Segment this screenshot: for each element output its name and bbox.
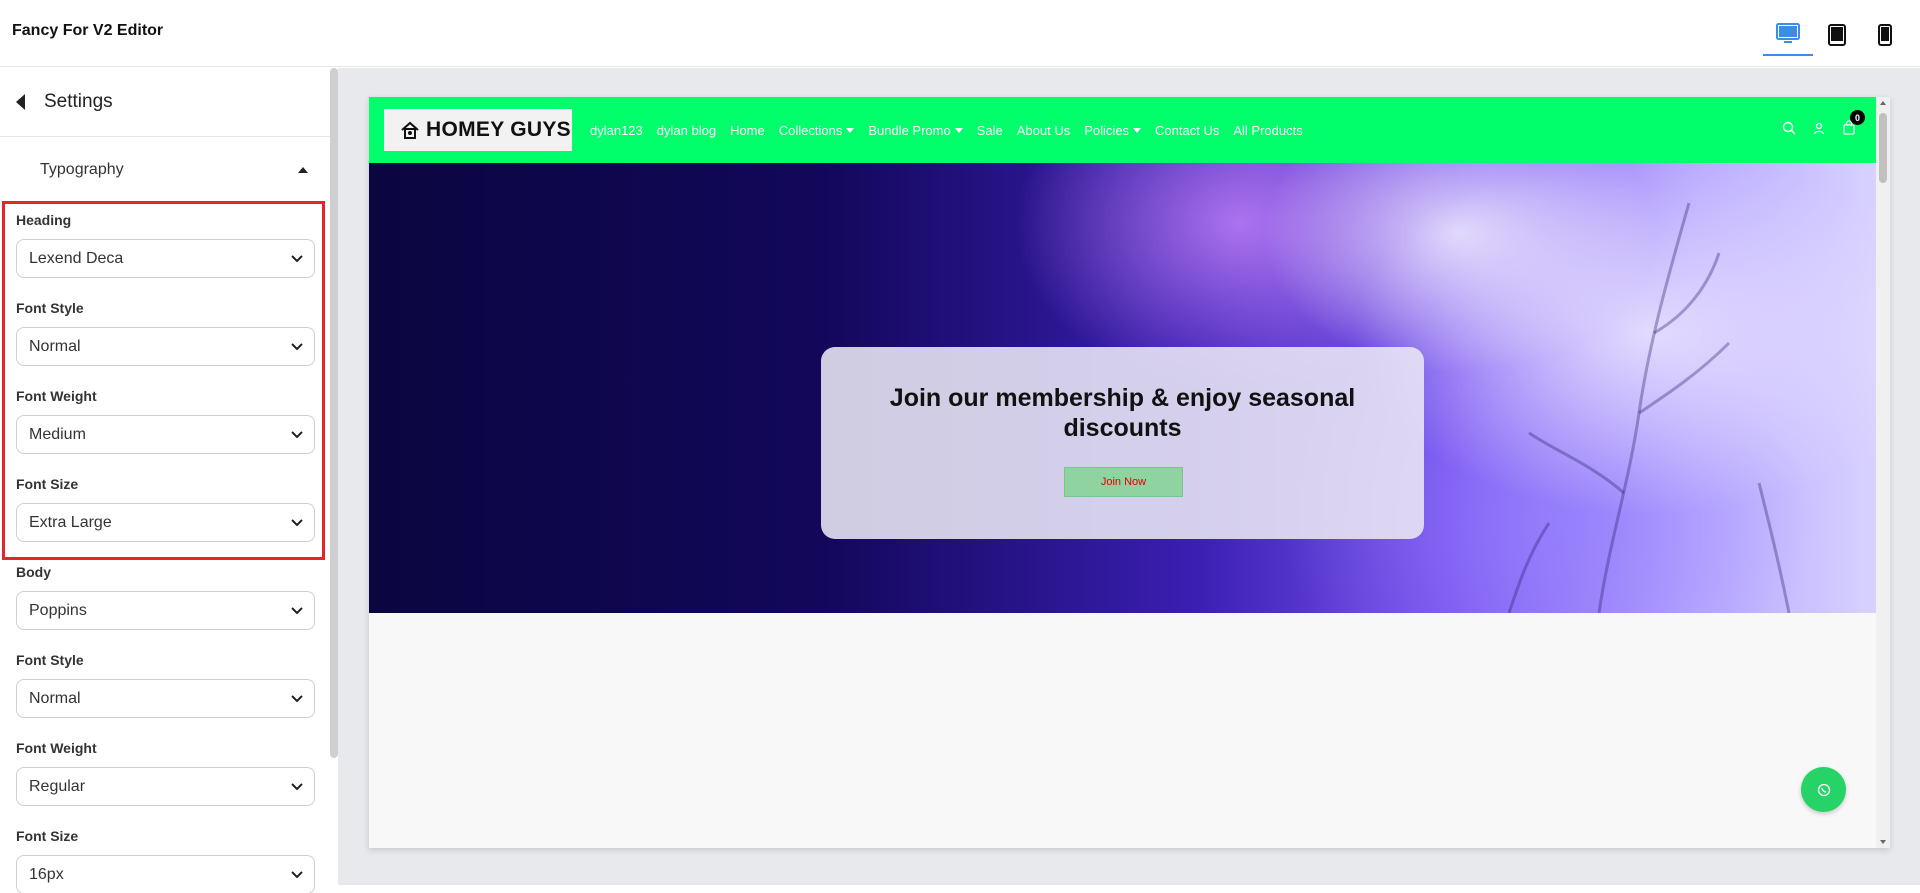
chevron-down-icon [291, 519, 303, 527]
store-logo[interactable]: HOMEY GUYS [384, 109, 572, 151]
editor-canvas: HOMEY GUYS dylan123 dylan blog Home Coll… [338, 68, 1920, 885]
nav-link-label: All Products [1233, 122, 1303, 138]
heading-weight-value: Medium [29, 425, 86, 443]
nav-link-dylan123[interactable]: dylan123 [590, 123, 643, 138]
chevron-down-icon [291, 871, 303, 879]
nav-link-label: Sale [976, 122, 1003, 138]
whatsapp-chat-button[interactable] [1801, 767, 1846, 812]
nav-link-label: About Us [1016, 122, 1071, 138]
nav-link-bundle-promo[interactable]: Bundle Promo [868, 122, 963, 138]
heading-style-select[interactable]: Normal [16, 327, 315, 366]
heading-weight-label: Font Weight [16, 388, 97, 404]
scroll-up-arrow-icon[interactable] [1880, 101, 1886, 105]
chevron-down-icon [291, 695, 303, 703]
body-style-label: Font Style [16, 652, 84, 668]
body-font-value: Poppins [29, 601, 87, 619]
body-font-label: Body [16, 564, 51, 580]
scroll-down-arrow-icon[interactable] [1880, 840, 1886, 844]
body-style-value: Normal [29, 689, 81, 707]
hero-banner: Join our membership & enjoy seasonal dis… [369, 163, 1876, 613]
back-arrow-icon[interactable] [16, 94, 25, 110]
body-weight-select[interactable]: Regular [16, 767, 315, 806]
store-nav-links: dylan123 dylan blog Home Collections Bun… [590, 97, 1317, 163]
nav-link-dylan-blog[interactable]: dylan blog [657, 123, 716, 138]
promo-card: Join our membership & enjoy seasonal dis… [821, 347, 1424, 539]
whatsapp-icon [1817, 783, 1830, 796]
settings-sidebar: Settings Typography Heading Lexend Deca … [0, 68, 338, 893]
user-icon[interactable] [1812, 121, 1826, 140]
nav-link-label: Home [730, 122, 765, 138]
desktop-view-button[interactable] [1763, 14, 1813, 56]
store-navbar: HOMEY GUYS dylan123 dylan blog Home Coll… [369, 97, 1876, 163]
tablet-icon [1828, 24, 1846, 46]
cart-count-badge: 0 [1850, 110, 1865, 125]
editor-topbar: Fancy For V2 Editor [0, 0, 1920, 67]
heading-size-value: Extra Large [29, 513, 112, 531]
section-label: Typography [40, 161, 124, 178]
nav-link-label: Policies [1084, 122, 1130, 138]
nav-link-about-us[interactable]: About Us [1017, 123, 1070, 138]
body-size-label: Font Size [16, 828, 79, 844]
store-nav-icons: 0 [1766, 97, 1865, 163]
nav-link-contact-us[interactable]: Contact Us [1155, 123, 1219, 138]
desktop-icon [1776, 23, 1800, 43]
nav-link-sale[interactable]: Sale [977, 123, 1003, 138]
heading-font-select[interactable]: Lexend Deca [16, 239, 315, 278]
sidebar-scrollbar[interactable] [330, 68, 338, 758]
caret-down-icon [954, 127, 963, 133]
chevron-down-icon [291, 607, 303, 615]
promo-title: Join our membership & enjoy seasonal dis… [889, 384, 1356, 442]
nav-link-label: dylan123 [590, 122, 643, 138]
caret-down-icon [1133, 127, 1142, 133]
nav-link-label: dylan blog [656, 122, 717, 138]
nav-link-all-products[interactable]: All Products [1233, 123, 1302, 138]
search-icon[interactable] [1782, 121, 1796, 140]
site-preview: HOMEY GUYS dylan123 dylan blog Home Coll… [369, 97, 1890, 848]
body-size-value: 16px [29, 865, 64, 883]
nav-link-collections[interactable]: Collections [779, 123, 855, 138]
mobile-view-button[interactable] [1860, 14, 1910, 56]
mobile-icon [1878, 24, 1892, 46]
chevron-down-icon [291, 783, 303, 791]
nav-link-label: Collections [778, 122, 843, 138]
chevron-down-icon [291, 343, 303, 351]
heading-style-label: Font Style [16, 300, 84, 316]
chevron-down-icon [291, 431, 303, 439]
nav-link-home[interactable]: Home [730, 123, 765, 138]
nav-link-label: Bundle Promo [868, 122, 951, 138]
logo-text: HOMEY GUYS [426, 118, 571, 141]
body-font-select[interactable]: Poppins [16, 591, 315, 630]
heading-size-select[interactable]: Extra Large [16, 503, 315, 542]
scrollbar-thumb[interactable] [1879, 113, 1887, 183]
heading-font-value: Lexend Deca [29, 249, 124, 267]
join-now-button[interactable]: Join Now [1064, 467, 1183, 497]
nav-link-policies[interactable]: Policies [1084, 122, 1142, 138]
cart-icon[interactable]: 0 [1842, 110, 1865, 140]
heading-weight-select[interactable]: Medium [16, 415, 315, 454]
heading-size-label: Font Size [16, 476, 79, 492]
sidebar-title: Settings [44, 91, 113, 112]
app-title: Fancy For V2 Editor [12, 22, 164, 39]
body-weight-label: Font Weight [16, 740, 97, 756]
body-style-select[interactable]: Normal [16, 679, 315, 718]
sidebar-header: Settings [0, 68, 330, 137]
chevron-down-icon [291, 255, 303, 263]
tablet-view-button[interactable] [1812, 14, 1862, 56]
heading-style-value: Normal [29, 337, 81, 355]
nav-link-label: Contact Us [1155, 122, 1220, 138]
caret-down-icon [846, 127, 855, 133]
body-weight-value: Regular [29, 777, 86, 795]
heading-font-label: Heading [16, 212, 72, 228]
preview-scrollbar[interactable] [1876, 97, 1890, 848]
typography-section-toggle[interactable]: Typography [0, 138, 330, 202]
body-size-select[interactable]: 16px [16, 855, 315, 893]
house-icon [401, 121, 419, 139]
caret-up-icon [298, 167, 308, 173]
